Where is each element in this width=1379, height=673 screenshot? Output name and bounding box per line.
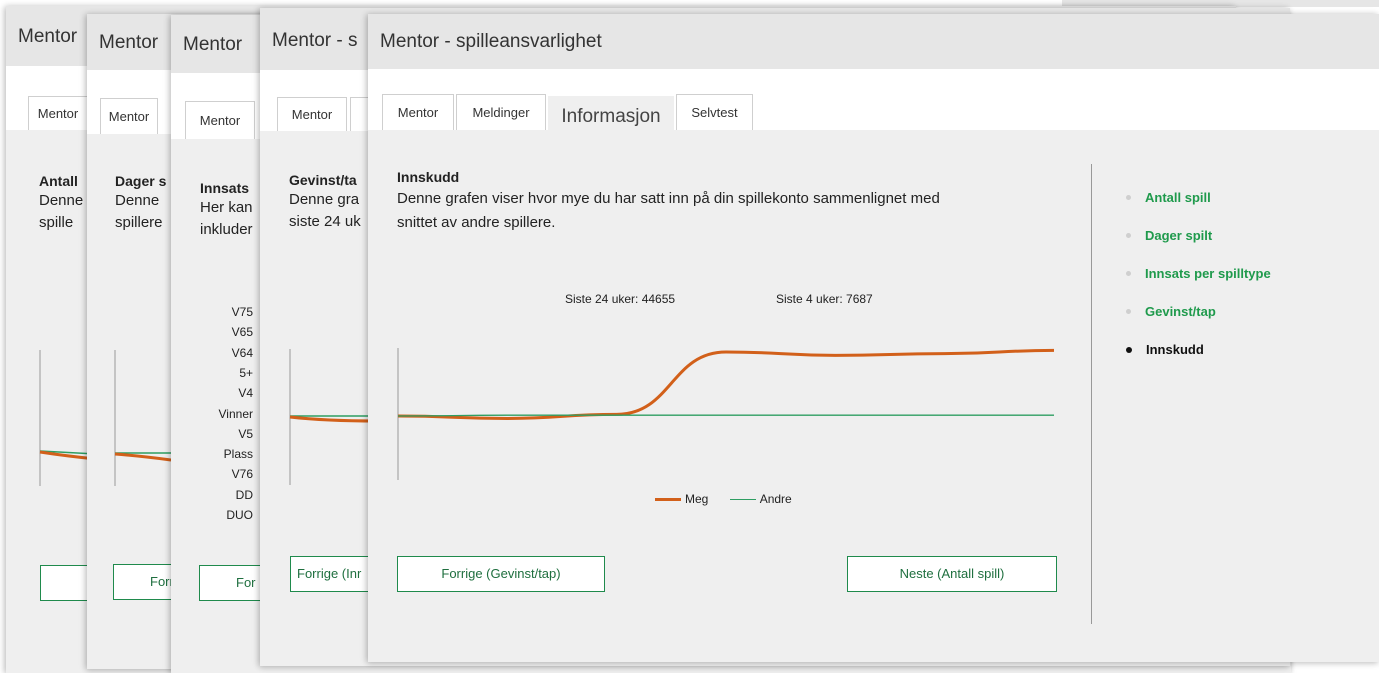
game-type-label: V4 xyxy=(238,386,253,401)
tab-mentor[interactable]: Mentor xyxy=(100,98,158,134)
legend-swatch-meg xyxy=(655,498,681,502)
window-title: Mentor - spilleansvarlighet xyxy=(380,31,602,52)
bullet-icon xyxy=(1126,233,1131,239)
bullet-icon xyxy=(1126,195,1131,201)
side-nav-label: Innsats per spilltype xyxy=(1145,266,1271,281)
description-text: Her kan xyxy=(200,199,253,216)
stat-last-4-weeks: Siste 4 uker: 7687 xyxy=(776,292,873,306)
description-text: spille xyxy=(39,214,74,231)
bullet-icon xyxy=(1126,346,1132,353)
side-nav-item-dager-spilt[interactable]: Dager spilt xyxy=(1126,228,1212,243)
window-title: Mentor xyxy=(99,32,159,53)
bullet-icon xyxy=(1126,309,1131,315)
game-type-label: V76 xyxy=(231,467,253,482)
side-nav-item-innskudd: Innskudd xyxy=(1126,342,1204,357)
tab-meldinger[interactable]: Meldinger xyxy=(456,94,546,130)
side-nav-item-gevinst-tap[interactable]: Gevinst/tap xyxy=(1126,304,1216,319)
game-type-label: V64 xyxy=(231,345,253,360)
tab-selvtest[interactable]: Selvtest xyxy=(676,94,753,130)
game-type-label: 5+ xyxy=(239,365,253,380)
description-text: snittet av andre spillere. xyxy=(397,214,556,231)
series-line-andre xyxy=(397,414,1054,417)
tab-informasjon[interactable]: Informasjon xyxy=(548,96,674,130)
game-type-label: DUO xyxy=(226,508,253,522)
prev-button[interactable]: Forr xyxy=(113,564,173,600)
tab-mentor[interactable]: Mentor xyxy=(382,94,454,130)
game-type-label: Plass xyxy=(223,447,253,462)
line-chart xyxy=(289,349,376,485)
legend-label-meg: Meg xyxy=(685,492,709,506)
tab-meldinger[interactable] xyxy=(350,97,370,131)
deposit-line-chart xyxy=(397,348,1055,480)
prev-button[interactable]: Forrige (Gevinst/tap) xyxy=(397,556,605,592)
window-header: Mentor - spilleansvarlighet xyxy=(368,14,1379,69)
next-button[interactable]: Neste (Antall spill) xyxy=(847,556,1057,592)
description-text: Denne xyxy=(115,192,160,209)
legend-label-andre: Andre xyxy=(759,492,792,506)
window-title: Mentor - s xyxy=(272,30,358,51)
line-chart xyxy=(114,350,171,486)
description-text: Denne gra xyxy=(289,191,360,208)
mentor-window-main: Mentor - spilleansvarlighet Mentor Meldi… xyxy=(368,14,1379,662)
section-heading: Antall xyxy=(39,173,78,189)
side-nav-item-innsats-per-spilltype[interactable]: Innsats per spilltype xyxy=(1126,266,1271,281)
prev-button[interactable]: For xyxy=(199,565,269,601)
game-type-label: Vinner xyxy=(218,406,253,421)
description-text: inkluder xyxy=(200,221,253,238)
side-nav-label: Antall spill xyxy=(1145,190,1211,205)
tab-mentor[interactable]: Mentor xyxy=(277,97,347,131)
vertical-divider xyxy=(1091,164,1092,624)
side-nav-label: Gevinst/tap xyxy=(1145,304,1216,319)
tab-mentor[interactable]: Mentor xyxy=(28,96,88,130)
bullet-icon xyxy=(1126,271,1131,277)
section-heading: Innsats xyxy=(200,180,250,196)
window-title: Mentor xyxy=(18,26,78,47)
description-text: siste 24 uk xyxy=(289,213,361,230)
section-heading: Gevinst/ta xyxy=(289,172,357,188)
description-text: spillere xyxy=(115,214,163,231)
tab-mentor[interactable]: Mentor xyxy=(185,101,255,139)
side-nav-label: Dager spilt xyxy=(1145,228,1213,243)
description-text: Denne xyxy=(39,192,84,209)
stat-last-24-weeks: Siste 24 uker: 44655 xyxy=(565,292,676,306)
game-type-label: V65 xyxy=(231,325,253,340)
side-nav-item-antall-spill[interactable]: Antall spill xyxy=(1126,190,1211,205)
section-heading: Dager s xyxy=(115,173,167,189)
window-title: Mentor xyxy=(183,34,243,55)
side-nav-label: Innskudd xyxy=(1146,342,1204,357)
window-body: Innskudd Denne grafen viser hvor mye du … xyxy=(368,130,1379,662)
series-line-meg xyxy=(397,348,1055,420)
game-type-label: DD xyxy=(235,487,253,502)
game-type-label: V75 xyxy=(231,305,253,319)
legend-swatch-andre xyxy=(729,499,756,501)
chart-legend: Meg Andre xyxy=(655,492,792,506)
prev-button[interactable]: Forrige (Inr xyxy=(290,556,380,592)
game-type-label: V5 xyxy=(238,426,253,441)
section-heading: Innskudd xyxy=(397,169,460,185)
description-text: Denne grafen viser hvor mye du har satt … xyxy=(397,190,940,207)
